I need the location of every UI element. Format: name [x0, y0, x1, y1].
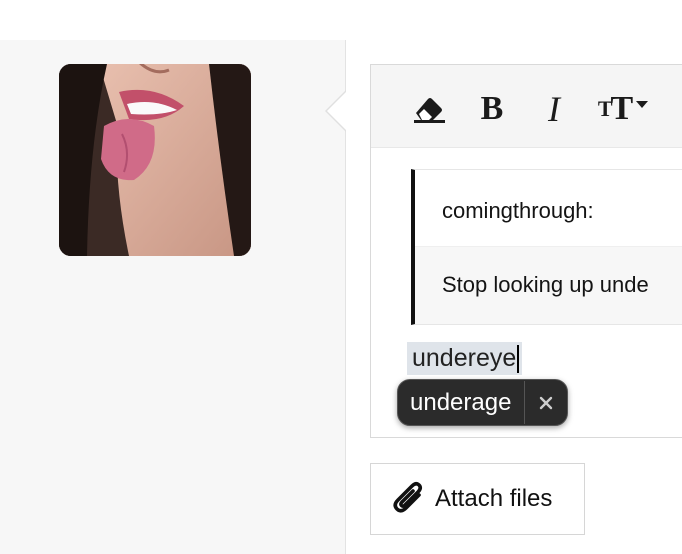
quote-text: Stop looking up unde: [442, 272, 649, 297]
text-caret: [517, 345, 520, 374]
autocorrect-popup: underage: [397, 379, 569, 426]
attach-files-button[interactable]: Attach files: [370, 463, 585, 535]
eraser-icon[interactable]: [411, 91, 447, 127]
typed-word: undereye: [412, 344, 517, 372]
avatar[interactable]: [59, 64, 251, 256]
tooltip-pointer: [325, 90, 347, 132]
typed-text[interactable]: undereye: [407, 342, 523, 375]
quote-body-row: Stop looking up unde: [415, 247, 682, 324]
editor-toolbar: B I T T: [371, 65, 682, 148]
quote-author[interactable]: comingthrough:: [442, 198, 594, 224]
close-icon[interactable]: [525, 395, 567, 411]
italic-icon[interactable]: I: [539, 89, 569, 129]
quote-author-row: comingthrough:: [415, 170, 682, 247]
text-size-icon[interactable]: T T: [591, 90, 655, 127]
paperclip-icon: [393, 481, 423, 513]
blockquote: comingthrough: Stop looking up unde: [411, 169, 682, 325]
autocorrect-suggestion[interactable]: underage: [398, 381, 526, 424]
chevron-down-icon: [636, 100, 649, 108]
attach-files-label: Attach files: [435, 485, 553, 512]
bold-icon[interactable]: B: [477, 90, 507, 127]
